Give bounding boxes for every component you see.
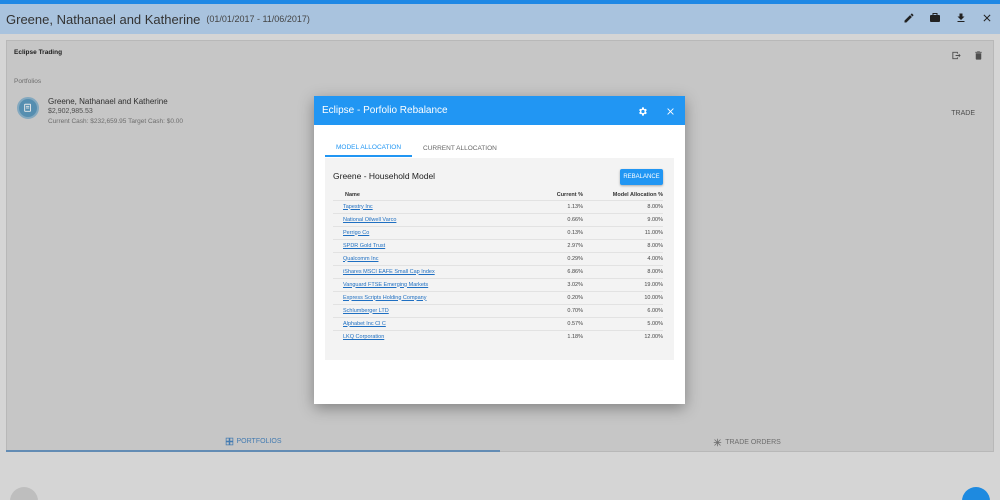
dialog-close-icon[interactable] [663,104,677,118]
model-allocation-percent: 19.00% [583,277,663,291]
name-cell: Alphabet Inc Cl C [333,316,533,330]
model-allocation-percent: 8.00% [583,264,663,278]
name-cell: Schlumberger LTD [333,303,533,317]
close-icon[interactable] [980,11,994,25]
security-link[interactable]: SPDR Gold Trust [343,243,385,249]
current-percent: 0.66% [533,212,583,226]
security-link[interactable]: Qualcomm Inc [343,256,378,262]
current-percent: 2.97% [533,238,583,252]
allocation-panel: Greene - Household Model REBALANCE Name … [325,158,674,360]
name-cell: Express Scripts Holding Company [333,290,533,304]
table-row: Express Scripts Holding Company 0.20% 10.0… [333,290,663,304]
tab-model-allocation[interactable]: MODEL ALLOCATION [325,139,413,157]
column-header-model: Model Allocation % [612,192,663,199]
allocation-tabs: MODEL ALLOCATION CURRENT ALLOCATION [325,139,674,157]
model-allocation-percent: 4.00% [583,251,663,265]
current-percent: 0.29% [533,251,583,265]
briefcase-icon[interactable] [928,11,942,25]
settings-icon[interactable] [635,104,649,118]
security-link[interactable]: iShares MSCI EAFE Small Cap Index [343,269,435,275]
model-allocation-percent: 5.00% [583,316,663,330]
table-row: LKQ Corporation 1.18% 12.00% [333,329,663,343]
current-percent: 6.86% [533,264,583,278]
current-percent: 0.13% [533,225,583,239]
table-row: Tapestry Inc 1.13% 8.00% [333,199,663,213]
security-link[interactable]: National Oilwell Varco [343,217,396,223]
edit-icon[interactable] [902,11,916,25]
table-row: iShares MSCI EAFE Small Cap Index 6.86% 8.… [333,264,663,278]
tab-current-allocation[interactable]: CURRENT ALLOCATION [412,139,508,157]
rebalance-button[interactable]: REBALANCE [620,169,663,185]
name-cell: Tapestry Inc [333,199,533,213]
security-link[interactable]: LKQ Corporation [343,334,384,340]
current-percent: 0.57% [533,316,583,330]
model-allocation-percent: 10.00% [583,290,663,304]
name-cell: Perrigo Co [333,225,533,239]
current-percent: 1.18% [533,329,583,343]
model-allocation-percent: 9.00% [583,212,663,226]
allocation-table: Name Current % Model Allocation % Tapest… [333,191,663,343]
table-row: Vanguard FTSE Emerging Markets 3.02% 19.00… [333,277,663,291]
name-cell: Qualcomm Inc [333,251,533,265]
name-cell: Vanguard FTSE Emerging Markets [333,277,533,291]
dialog-header: Eclipse - Porfolio Rebalance [314,96,685,125]
app-bar-actions [902,11,994,25]
table-row: Perrigo Co 0.13% 11.00% [333,225,663,239]
model-title: Greene - Household Model [333,171,436,181]
current-percent: 1.13% [533,199,583,213]
table-header-row: Name Current % Model Allocation % [333,191,663,200]
security-link[interactable]: Schlumberger LTD [343,308,389,314]
security-link[interactable]: Alphabet Inc Cl C [343,321,386,327]
model-allocation-percent: 8.00% [583,199,663,213]
download-icon[interactable] [954,11,968,25]
model-allocation-percent: 6.00% [583,303,663,317]
table-row: SPDR Gold Trust 2.97% 8.00% [333,238,663,252]
rebalance-dialog: Eclipse - Porfolio Rebalance MODEL ALLOC… [314,96,685,404]
security-link[interactable]: Tapestry Inc [343,204,373,210]
column-header-name: Name [345,192,360,199]
security-link[interactable]: Vanguard FTSE Emerging Markets [343,282,428,288]
table-row: Schlumberger LTD 0.70% 6.00% [333,303,663,317]
table-row: National Oilwell Varco 0.66% 9.00% [333,212,663,226]
model-allocation-percent: 8.00% [583,238,663,252]
current-percent: 3.02% [533,277,583,291]
page-title: Greene, Nathanael and Katherine [6,11,201,27]
date-range: (01/01/2017 - 11/06/2017) [206,14,310,24]
security-link[interactable]: Perrigo Co [343,230,369,236]
current-percent: 0.20% [533,290,583,304]
name-cell: iShares MSCI EAFE Small Cap Index [333,264,533,278]
column-header-current: Current % [556,192,583,199]
app-bar: Greene, Nathanael and Katherine (01/01/2… [0,4,1000,34]
dialog-title: Eclipse - Porfolio Rebalance [322,105,448,116]
dialog-actions [635,104,677,118]
model-allocation-percent: 11.00% [583,225,663,239]
table-row: Alphabet Inc Cl C 0.57% 5.00% [333,316,663,330]
security-link[interactable]: Express Scripts Holding Company [343,295,426,301]
model-allocation-percent: 12.00% [583,329,663,343]
name-cell: National Oilwell Varco [333,212,533,226]
current-percent: 0.70% [533,303,583,317]
name-cell: LKQ Corporation [333,329,533,343]
name-cell: SPDR Gold Trust [333,238,533,252]
table-row: Qualcomm Inc 0.29% 4.00% [333,251,663,265]
